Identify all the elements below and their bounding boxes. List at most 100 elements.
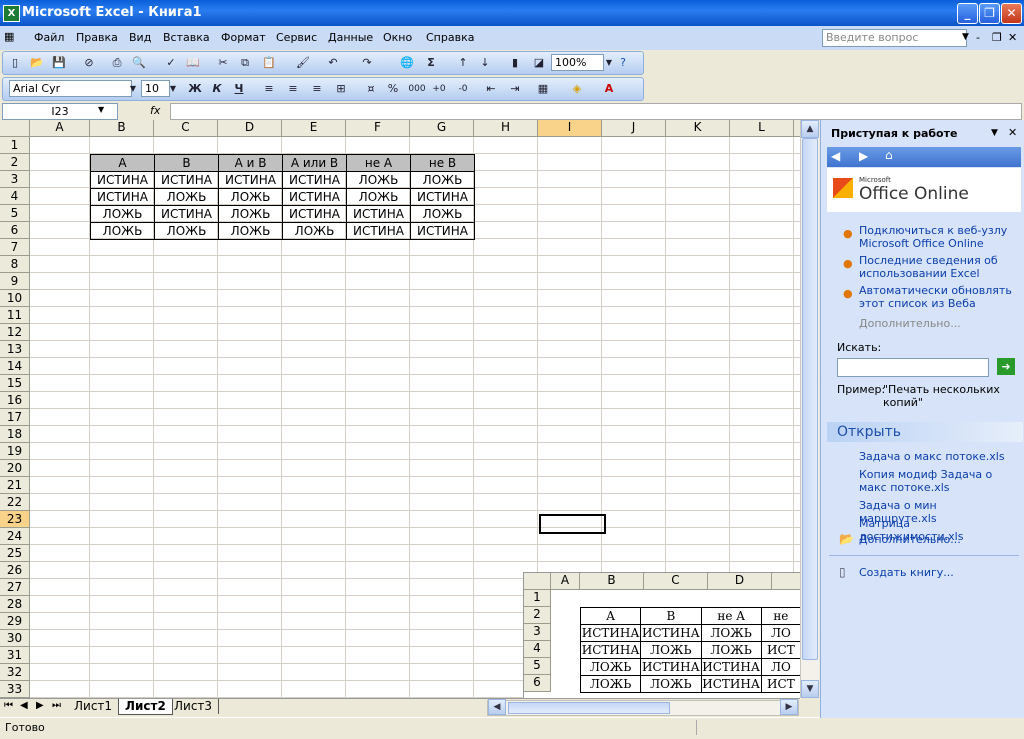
table-cell[interactable]: ИСТИНА — [218, 171, 283, 189]
menu-item[interactable]: Сервис — [276, 31, 317, 44]
table-header-cell[interactable]: не B — [410, 154, 475, 172]
task-pane-close-icon[interactable]: ✕ — [1008, 126, 1017, 139]
table-cell[interactable]: ИСТИНА — [282, 205, 347, 223]
h-scroll-thumb[interactable] — [508, 702, 670, 714]
sheet-tab-2[interactable]: Лист2 — [118, 699, 173, 715]
currency-icon[interactable]: ¤ — [363, 81, 379, 97]
row-header[interactable]: 25 — [0, 545, 30, 562]
table-cell[interactable]: ЛОЖЬ — [218, 188, 283, 206]
row-header[interactable]: 28 — [0, 596, 30, 613]
row-header[interactable]: 31 — [0, 647, 30, 664]
redo-icon[interactable]: ↷ — [359, 55, 375, 71]
link-connect[interactable]: Подключиться к веб-узлу Microsoft Office… — [859, 224, 1017, 250]
sheet-tab-3[interactable]: Лист3 — [168, 699, 220, 714]
table-cell[interactable]: ИСТИНА — [154, 205, 219, 223]
row-header[interactable]: 15 — [0, 375, 30, 392]
row-header[interactable]: 1 — [0, 137, 30, 154]
underline-button[interactable]: Ч — [231, 81, 247, 97]
doc-minimize-icon[interactable]: - — [976, 31, 980, 44]
table-header-cell[interactable]: A и B — [218, 154, 283, 172]
menu-item[interactable]: Окно — [383, 31, 412, 44]
size-dropdown-icon[interactable]: ▼ — [165, 81, 181, 97]
increase-decimal-icon[interactable]: +0 — [431, 81, 447, 97]
column-header[interactable]: C — [154, 120, 218, 137]
table-cell[interactable]: ЛОЖЬ — [154, 222, 219, 240]
row-header[interactable]: 20 — [0, 460, 30, 477]
horizontal-scrollbar[interactable]: ◀ ▶ — [487, 699, 799, 716]
table-cell[interactable]: ИСТИНА — [90, 188, 155, 206]
recent-file-2[interactable]: Копия модиф Задача о макс потоке.xls — [859, 468, 1017, 494]
row-header[interactable]: 8 — [0, 256, 30, 273]
menu-item[interactable]: Файл — [34, 31, 64, 44]
scroll-right-icon[interactable]: ▶ — [780, 699, 798, 715]
menu-item[interactable]: Вставка — [163, 31, 210, 44]
table-cell[interactable]: ЛОЖЬ — [154, 188, 219, 206]
table-cell[interactable]: ИСТИНА — [346, 222, 411, 240]
hyperlink-icon[interactable]: 🌐 — [399, 55, 415, 71]
table-cell[interactable]: ЛОЖЬ — [90, 222, 155, 240]
menu-item[interactable]: Справка — [426, 31, 474, 44]
menu-item[interactable]: Правка — [76, 31, 118, 44]
sheet-tab-1[interactable]: Лист1 — [68, 699, 120, 714]
row-header[interactable]: 4 — [0, 188, 30, 205]
undo-icon[interactable]: ↶ — [325, 55, 341, 71]
table-cell[interactable]: ЛОЖЬ — [410, 205, 475, 223]
table-cell[interactable]: ИСТИНА — [282, 188, 347, 206]
autosum-icon[interactable]: Σ — [423, 55, 439, 71]
column-header[interactable]: J — [602, 120, 666, 137]
column-header[interactable]: G — [410, 120, 474, 137]
column-header[interactable]: K — [666, 120, 730, 137]
table-cell[interactable]: ИСТИНА — [410, 222, 475, 240]
new-icon[interactable]: ▯ — [7, 55, 23, 71]
table-cell[interactable]: ЛОЖЬ — [90, 205, 155, 223]
scroll-up-icon[interactable]: ▲ — [801, 120, 819, 138]
row-header[interactable]: 11 — [0, 307, 30, 324]
link-autoupdate[interactable]: Автоматически обновлять этот список из В… — [859, 284, 1017, 310]
last-sheet-icon[interactable]: ⏭ — [52, 700, 61, 711]
align-right-icon[interactable]: ≡ — [309, 81, 325, 97]
scroll-down-icon[interactable]: ▼ — [801, 680, 819, 698]
row-header[interactable]: 29 — [0, 613, 30, 630]
doc-close-icon[interactable]: ✕ — [1008, 31, 1017, 44]
row-header[interactable]: 33 — [0, 681, 30, 698]
align-left-icon[interactable]: ≡ — [261, 81, 277, 97]
workbook-icon[interactable]: ▦ — [4, 30, 14, 43]
recent-file-1[interactable]: Задача о макс потоке.xls — [859, 450, 1017, 463]
cut-icon[interactable]: ✂ — [215, 55, 231, 71]
chart-wizard-icon[interactable]: ▮ — [507, 55, 523, 71]
sort-ascending-icon[interactable]: ↑ — [455, 55, 471, 71]
create-book-link[interactable]: Создать книгу... — [859, 566, 1017, 579]
ask-dropdown-icon[interactable]: ▼ — [962, 32, 969, 42]
doc-restore-icon[interactable]: ❐ — [992, 31, 1002, 44]
embedded-sheet-picture[interactable]: ABCDE 123456 ABне AнеИСТИНАИСТИНАЛОЖЬЛОИ… — [523, 572, 801, 699]
table-cell[interactable]: ИСТИНА — [90, 171, 155, 189]
row-header[interactable]: 3 — [0, 171, 30, 188]
row-header[interactable]: 16 — [0, 392, 30, 409]
row-header[interactable]: 13 — [0, 341, 30, 358]
decrease-indent-icon[interactable]: ⇤ — [483, 81, 499, 97]
row-header[interactable]: 7 — [0, 239, 30, 256]
table-cell[interactable]: ЛОЖЬ — [410, 171, 475, 189]
row-header[interactable]: 6 — [0, 222, 30, 239]
scroll-thumb[interactable] — [802, 138, 818, 660]
table-header-cell[interactable]: A или B — [282, 154, 347, 172]
align-center-icon[interactable]: ≡ — [285, 81, 301, 97]
menu-item[interactable]: Вид — [129, 31, 151, 44]
table-header-cell[interactable]: B — [154, 154, 219, 172]
minimize-button[interactable]: _ — [957, 3, 978, 24]
row-header[interactable]: 10 — [0, 290, 30, 307]
open-icon[interactable]: 📂 — [29, 55, 45, 71]
back-icon[interactable]: ◀ — [831, 149, 840, 163]
table-cell[interactable]: ИСТИНА — [154, 171, 219, 189]
research-icon[interactable]: 📖 — [185, 55, 201, 71]
thousands-button[interactable]: 000 — [407, 81, 427, 97]
insert-function-icon[interactable]: fx — [150, 104, 160, 117]
open-more-link[interactable]: Дополнительно... — [859, 533, 1017, 546]
format-painter-icon[interactable]: 🖌 — [295, 55, 311, 71]
print-icon[interactable]: ⎙ — [109, 55, 125, 71]
row-header[interactable]: 23 — [0, 511, 30, 528]
row-header[interactable]: 2 — [0, 154, 30, 171]
permission-icon[interactable]: ⊘ — [81, 55, 97, 71]
print-preview-icon[interactable]: 🔍 — [131, 55, 147, 71]
search-go-icon[interactable]: ➜ — [997, 358, 1015, 375]
